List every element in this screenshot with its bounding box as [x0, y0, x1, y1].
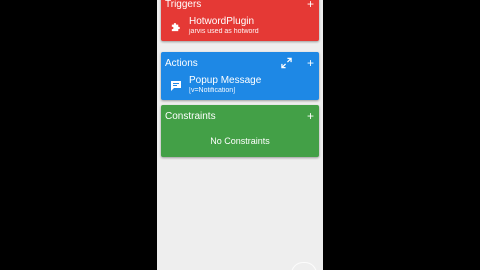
triggers-header: Triggers + [161, 0, 319, 15]
actions-header: Actions + [161, 52, 319, 74]
constraints-card: Constraints + No Constraints [161, 105, 319, 157]
constraints-header: Constraints + [161, 105, 319, 127]
action-item[interactable]: Popup Message [v=Notification] [163, 74, 317, 98]
expand-icon[interactable] [281, 57, 292, 69]
actions-title: Actions [165, 57, 198, 69]
trigger-item[interactable]: HotwordPlugin jarvis used as hotword [163, 15, 317, 39]
macro-editor-screen: Triggers + HotwordPlugin jarvis used as … [157, 0, 323, 270]
actions-card: Actions + Popup Message [v=Notification] [161, 52, 319, 100]
puzzle-icon [169, 20, 182, 33]
constraints-body: No Constraints [163, 127, 317, 155]
add-constraint-button[interactable]: + [307, 110, 314, 122]
add-trigger-button[interactable]: + [307, 0, 314, 10]
action-item-title: Popup Message [189, 75, 262, 86]
triggers-title: Triggers [165, 0, 202, 10]
triggers-card: Triggers + HotwordPlugin jarvis used as … [161, 0, 319, 41]
home-indicator [291, 262, 317, 270]
no-constraints-label: No Constraints [210, 136, 270, 146]
trigger-item-title: HotwordPlugin [189, 16, 255, 27]
message-icon [169, 79, 182, 92]
constraints-title: Constraints [165, 110, 216, 122]
trigger-item-subtitle: jarvis used as hotword [189, 28, 259, 35]
action-item-subtitle: [v=Notification] [189, 87, 236, 94]
add-action-button[interactable]: + [307, 57, 314, 69]
